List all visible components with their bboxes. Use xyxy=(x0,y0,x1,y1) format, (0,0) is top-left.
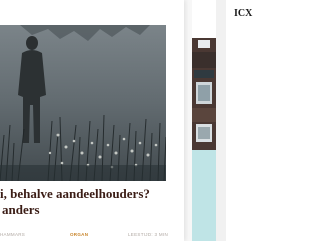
article-meta: HAMMARS ORGAN LEESTIJD: 3 MIN xyxy=(0,230,170,240)
article-card-third[interactable]: ICX xyxy=(226,0,261,241)
section-heading-fragment: ICX xyxy=(234,8,253,19)
card-top-space xyxy=(192,0,216,28)
article-title[interactable]: i, behalve aandeelhouders? anders xyxy=(0,186,170,218)
article-card-panel xyxy=(192,150,216,241)
article-card-main[interactable]: i, behalve aandeelhouders? anders HAMMAR… xyxy=(0,0,184,241)
reflection-photo-image xyxy=(0,25,166,181)
article-card-second[interactable] xyxy=(192,0,216,241)
article-title-line-1[interactable]: i, behalve aandeelhouders? xyxy=(0,186,170,202)
article-read-time: LEESTIJD: 3 MIN xyxy=(128,232,169,237)
article-author[interactable]: HAMMARS xyxy=(0,232,25,237)
article-photo-building[interactable] xyxy=(192,38,216,150)
building-photo-image xyxy=(192,38,216,150)
article-title-line-2[interactable]: anders xyxy=(0,202,170,218)
carousel-gap xyxy=(216,0,226,241)
article-category-tag[interactable]: ORGAN xyxy=(70,232,88,237)
article-photo[interactable] xyxy=(0,25,166,181)
article-carousel: i, behalve aandeelhouders? anders HAMMAR… xyxy=(0,0,261,241)
